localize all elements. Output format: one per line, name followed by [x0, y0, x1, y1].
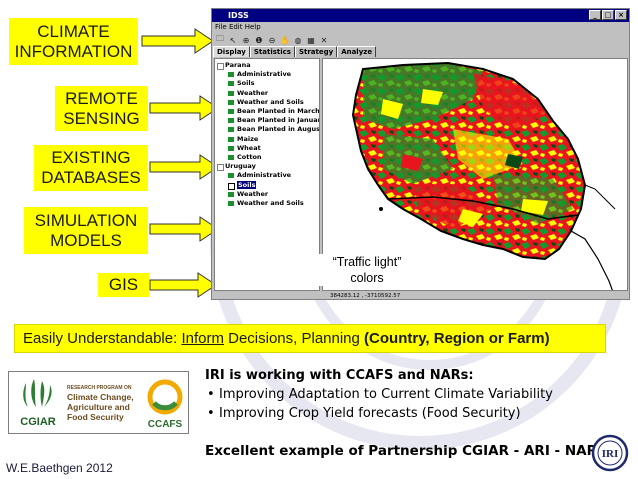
tree-group-parana[interactable]: Parana — [215, 61, 319, 71]
window-title: IDSS — [228, 11, 249, 20]
program-line: Agriculture and — [67, 402, 130, 412]
banner-middle: Decisions, Planning — [228, 330, 360, 347]
traffic-note-line1: “Traffic light” — [332, 255, 402, 269]
program-line: Climate Change, — [67, 392, 134, 402]
tree-item[interactable]: Bean Planted in August — [215, 125, 319, 134]
country-outline — [570, 230, 613, 290]
window-title-bar: IDSS _ □ × — [212, 9, 629, 22]
tree-item[interactable]: Administrative — [215, 70, 319, 79]
idss-window: IDSS _ □ × File Edit Help 🗀 ↖ ⊕ ❶ ⊖ ✋ ◍ … — [211, 8, 630, 300]
tree-item-label: Bean Planted in August — [237, 125, 320, 134]
iri-work-list: Improving Adaptation to Current Climate … — [205, 385, 625, 423]
tree-item[interactable]: Weather — [215, 89, 319, 98]
tree-item[interactable]: Weather — [215, 190, 319, 199]
program-label: RESEARCH PROGRAM ON Climate Change, Agri… — [67, 384, 139, 422]
coast-outline — [584, 184, 616, 210]
zoom-in-icon[interactable]: ⊕ — [241, 36, 251, 45]
tree-item[interactable]: Weather and Soils — [215, 199, 319, 208]
tree-item-label: Maize — [237, 134, 259, 143]
tree-item-label: Weather and Soils — [237, 97, 304, 106]
tab-analyze[interactable]: Analyze — [337, 46, 377, 57]
tree-item[interactable]: Cotton — [215, 153, 319, 162]
tree-item-label: Weather and Soils — [237, 199, 304, 208]
tree-item[interactable]: Soils — [215, 79, 319, 88]
program-line: Food Security — [67, 412, 124, 422]
delete-icon[interactable]: ✕ — [319, 36, 329, 45]
iri-logo-text: IRI — [602, 448, 619, 460]
iri-work-section: IRI is working with CCAFS and NARs: Impr… — [205, 366, 625, 423]
partnership-statement: Excellent example of Partnership CGIAR -… — [205, 443, 603, 459]
tree-item[interactable]: Weather and Soils — [215, 98, 319, 107]
author-credit: W.E.Baethgen 2012 — [6, 461, 113, 475]
arrow-gis — [149, 272, 217, 298]
partner-logos: CGIAR RESEARCH PROGRAM ON Climate Change… — [8, 371, 189, 434]
tree-item[interactable]: Wheat — [215, 144, 319, 153]
tree-item-selected[interactable]: Soils — [215, 180, 319, 190]
layer-tree: Parana Administrative Soils Weather Weat… — [214, 58, 320, 291]
iri-logo: IRI — [591, 434, 629, 472]
maximize-button[interactable]: □ — [602, 10, 614, 20]
hand-icon[interactable]: ✋ — [280, 36, 290, 45]
ccafs-logo: CCAFS — [147, 379, 183, 430]
tree-item-label: Soils — [237, 180, 257, 189]
tree-item-label: Soils — [237, 79, 255, 88]
window-controls: _ □ × — [589, 10, 627, 20]
tree-item-label: Bean Planted in January — [237, 116, 320, 125]
tree-group-label: Parana — [225, 61, 251, 69]
cgiar-logo: CGIAR — [20, 379, 56, 428]
program-line: RESEARCH PROGRAM ON — [67, 385, 132, 391]
cgiar-text: CGIAR — [20, 416, 56, 428]
tree-item[interactable]: Bean Planted in January — [215, 116, 319, 125]
zoom-out-icon[interactable]: ⊖ — [267, 36, 277, 45]
tree-group-uruguay[interactable]: Uruguay — [215, 162, 319, 172]
traffic-note-line2: colors — [350, 271, 384, 285]
tab-display[interactable]: Display — [213, 46, 250, 57]
tree-item-label: Administrative — [237, 171, 292, 180]
tree-item-label: Weather — [237, 88, 269, 97]
tree-item-label: Administrative — [237, 70, 292, 79]
tree-item[interactable]: Maize — [215, 135, 319, 144]
close-button[interactable]: × — [615, 10, 627, 20]
tab-strategy[interactable]: Strategy — [294, 46, 338, 57]
status-bar: 384283.12 , -3710592.57 — [322, 292, 628, 300]
city-marker — [379, 207, 383, 211]
understandable-banner: Easily Understandable: Inform Decisions,… — [14, 324, 606, 353]
minimize-button[interactable]: _ — [589, 10, 601, 20]
banner-prefix: Easily Understandable: — [23, 330, 178, 347]
tab-statistics[interactable]: Statistics — [249, 46, 295, 57]
arrow-remote-sensing — [149, 95, 219, 121]
coordinates-readout: 384283.12 , -3710592.57 — [330, 293, 401, 299]
toolbar: 🗀 ↖ ⊕ ❶ ⊖ ✋ ◍ ▦ ✕ — [212, 33, 629, 47]
arrow-climate — [141, 28, 214, 54]
tree-item-label: Bean Planted in March — [237, 107, 320, 116]
banner-inform: Inform — [181, 330, 224, 347]
tree-item-label: Weather — [237, 189, 269, 198]
tree-group-label: Uruguay — [225, 162, 256, 171]
globe-icon[interactable]: ◍ — [293, 36, 303, 45]
open-icon[interactable]: 🗀 — [215, 33, 225, 47]
tab-strip: Display Statistics Strategy Analyze — [213, 46, 377, 57]
arrow-simulation — [149, 216, 219, 242]
tree-item[interactable]: Bean Planted in March — [215, 107, 319, 116]
ccafs-text: CCAFS — [148, 419, 183, 430]
tree-item-label: Wheat — [237, 143, 261, 152]
pointer-icon[interactable]: ↖ — [228, 36, 238, 45]
banner-bold: (Country, Region or Farm) — [364, 330, 550, 347]
tree-item[interactable]: Administrative — [215, 171, 319, 180]
iri-work-heading: IRI is working with CCAFS and NARs: — [205, 368, 474, 383]
menu-bar[interactable]: File Edit Help — [212, 22, 629, 33]
traffic-light-note: “Traffic light” colors — [318, 254, 416, 286]
tree-item-label: Cotton — [237, 153, 262, 162]
arrow-databases — [149, 154, 219, 180]
info-icon[interactable]: ❶ — [254, 36, 264, 45]
layers-icon[interactable]: ▦ — [306, 36, 316, 45]
list-item: Improving Adaptation to Current Climate … — [205, 385, 625, 404]
list-item: Improving Crop Yield forecasts (Food Sec… — [205, 404, 625, 423]
